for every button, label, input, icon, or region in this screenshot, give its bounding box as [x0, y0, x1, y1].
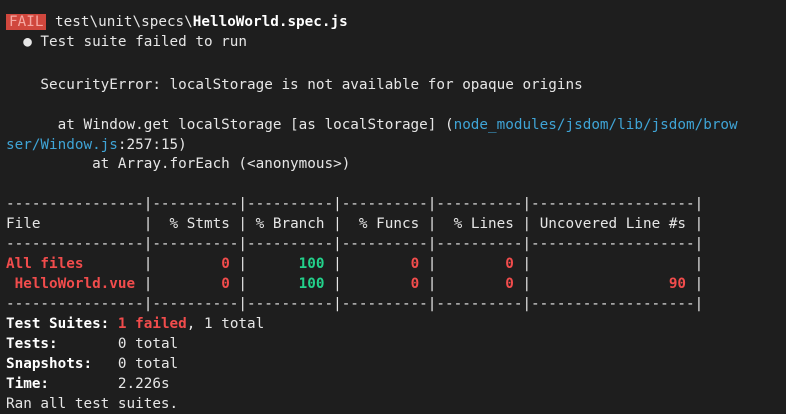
column-divider: |: [522, 276, 532, 292]
header-cell: % Branch: [247, 216, 334, 232]
stack-line-3: at Array.forEach (<anonymous>): [6, 156, 351, 172]
row-funcs: 0: [341, 256, 428, 272]
summary-tests: Tests: 0 total: [6, 334, 178, 354]
coverage-row-helloworld: HelloWorld.vue | 0 | 100 | 0 | 0 | 90 |: [6, 274, 704, 294]
column-divider: |: [694, 216, 704, 232]
row-stmts: 0: [152, 276, 239, 292]
summary-tests-value: 0 total: [117, 336, 179, 352]
summary-tests-label: Tests:: [6, 336, 118, 352]
summary-suites-failed: 1 failed: [117, 316, 187, 332]
header-cell: % Funcs: [341, 216, 428, 232]
column-divider: |: [694, 256, 704, 272]
row-uncovered: [531, 256, 695, 272]
coverage-separator: ----------------|----------|----------|-…: [6, 296, 704, 312]
row-branch: 100: [247, 256, 334, 272]
summary-time-label: Time:: [6, 376, 118, 392]
error-message: SecurityError: localStorage is not avail…: [6, 77, 583, 93]
suite-failed-message: ● Test suite failed to run: [6, 34, 248, 50]
test-path-prefix: test\unit\specs\: [46, 14, 193, 30]
row-lines: 0: [436, 276, 523, 292]
test-file-header: FAIL test\unit\specs\HelloWorld.spec.js: [6, 12, 348, 32]
stack-line-1-prefix: at Window.get localStorage [as localStor…: [6, 117, 454, 133]
column-divider: |: [238, 256, 248, 272]
summary-time-value: 2.226s: [117, 376, 170, 392]
row-stmts: 0: [152, 256, 239, 272]
coverage-separator: ----------------|----------|----------|-…: [6, 236, 704, 252]
header-cell: % Stmts: [152, 216, 239, 232]
summary-time: Time: 2.226s: [6, 374, 170, 394]
row-funcs: 0: [341, 276, 428, 292]
stack-line-2: ser/Window.js:257:15): [6, 135, 187, 155]
row-branch: 100: [247, 276, 334, 292]
column-divider: |: [522, 256, 532, 272]
stack-file-link-cont[interactable]: ser/Window.js: [6, 137, 118, 153]
column-divider: |: [238, 276, 248, 292]
summary-suites-label: Test Suites:: [6, 316, 118, 332]
row-file: HelloWorld.vue: [6, 276, 144, 292]
fail-badge: FAIL: [6, 14, 47, 30]
stack-line-2-suffix: :257:15): [117, 137, 187, 153]
row-file: All files: [6, 256, 144, 272]
header-file: File: [6, 216, 144, 232]
summary-suites-rest: , 1 total: [186, 316, 265, 332]
stack-line-1: at Window.get localStorage [as localStor…: [6, 115, 738, 135]
summary-snapshots-label: Snapshots:: [6, 356, 118, 372]
column-divider: |: [333, 276, 342, 292]
row-uncovered: 90: [531, 276, 695, 292]
header-uncovered: Uncovered Line #s: [531, 216, 695, 232]
summary-snapshots: Snapshots: 0 total: [6, 354, 178, 374]
column-divider: |: [333, 256, 342, 272]
coverage-row-all-files: All files | 0 | 100 | 0 | 0 | |: [6, 254, 703, 274]
stack-file-link[interactable]: node_modules/jsdom/lib/jsdom/brow: [454, 117, 738, 133]
column-divider: |: [238, 216, 248, 232]
column-divider: |: [694, 276, 704, 292]
summary-test-suites: Test Suites: 1 failed, 1 total: [6, 314, 264, 334]
column-divider: |: [333, 216, 342, 232]
column-divider: |: [522, 216, 532, 232]
coverage-separator: ----------------|----------|----------|-…: [6, 196, 704, 212]
header-cell: % Lines: [436, 216, 523, 232]
test-file-name: HelloWorld.spec.js: [192, 14, 348, 30]
row-lines: 0: [436, 256, 523, 272]
summary-snapshots-value: 0 total: [117, 356, 179, 372]
summary-footer: Ran all test suites.: [6, 396, 179, 412]
coverage-header-row: File | % Stmts | % Branch | % Funcs | % …: [6, 214, 703, 234]
